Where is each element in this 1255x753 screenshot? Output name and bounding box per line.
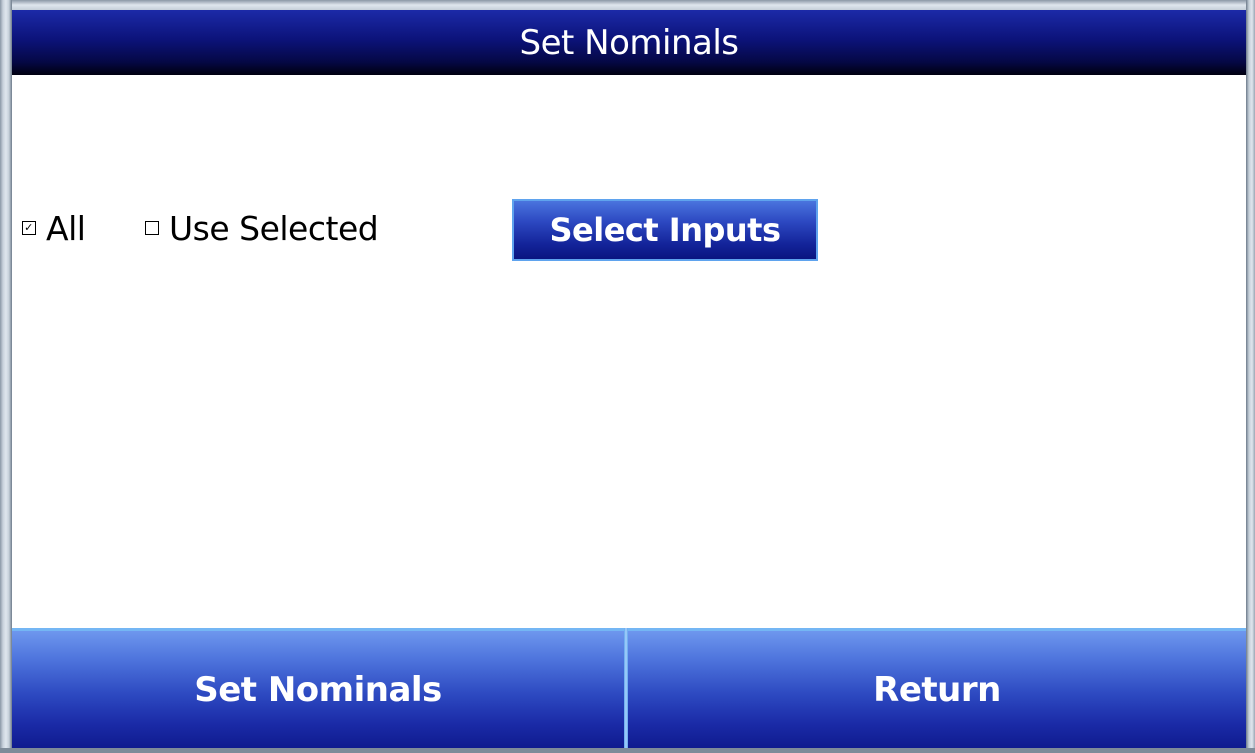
main-content: All Use Selected Select Inputs [12, 75, 1246, 628]
window-border-right [1246, 0, 1255, 753]
app-window: Set Nominals All Use Selected Select Inp… [0, 0, 1255, 753]
select-inputs-button[interactable]: Select Inputs [512, 199, 818, 261]
title-bar: Set Nominals [12, 10, 1246, 75]
window-border-left [0, 0, 12, 753]
window-border-bottom [0, 748, 1255, 753]
use-selected-checkbox-option[interactable]: Use Selected [145, 208, 379, 248]
all-checkbox[interactable] [22, 221, 36, 235]
return-button[interactable]: Return [628, 628, 1246, 748]
window-border-top [0, 0, 1255, 10]
all-checkbox-label: All [46, 208, 86, 248]
all-checkbox-option[interactable]: All [22, 208, 86, 248]
use-selected-checkbox[interactable] [145, 221, 159, 235]
use-selected-checkbox-label: Use Selected [169, 208, 379, 248]
set-nominals-button[interactable]: Set Nominals [12, 628, 624, 748]
page-title: Set Nominals [519, 22, 739, 63]
bottom-button-bar: Set Nominals Return [12, 628, 1246, 748]
